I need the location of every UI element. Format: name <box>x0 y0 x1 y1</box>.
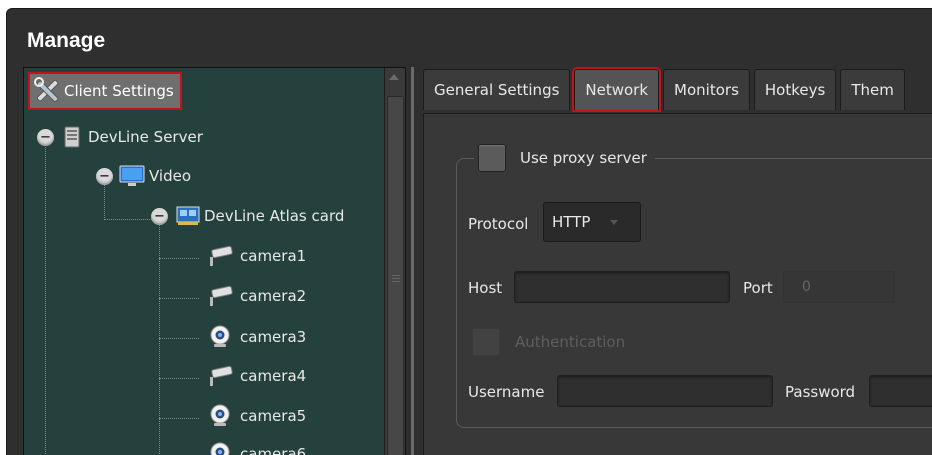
username-label: Username <box>468 383 544 401</box>
protocol-label: Protocol <box>468 215 528 233</box>
collapse-icon[interactable]: − <box>151 208 168 225</box>
tree-item-label: camera5 <box>240 407 306 425</box>
collapse-icon[interactable]: − <box>37 129 54 146</box>
tree-connector <box>159 298 199 299</box>
tab-themes[interactable]: Them <box>840 69 905 110</box>
tree-item-camera[interactable]: camera1 <box>206 245 306 267</box>
device-tree: Client Settings − DevLine Server <box>23 67 406 455</box>
tree-item-label: Video <box>149 167 191 185</box>
tree-item-label: camera2 <box>240 287 306 305</box>
tab-monitors[interactable]: Monitors <box>663 69 750 110</box>
panel-splitter[interactable] <box>411 67 414 455</box>
port-value: 0 <box>802 279 811 295</box>
grip-icon <box>392 275 400 276</box>
tree-item-video[interactable]: − Video <box>96 165 191 187</box>
tree-item-label: camera3 <box>240 328 306 346</box>
host-label: Host <box>468 279 502 297</box>
scroll-up-arrow-icon[interactable] <box>389 74 399 80</box>
tree-item-label: DevLine Atlas card <box>204 207 344 225</box>
tree-item-label: camera4 <box>240 367 306 385</box>
tree-connector <box>159 258 199 259</box>
window-title: Manage <box>27 29 105 53</box>
webcam-icon <box>209 325 231 349</box>
dropdown-arrow-icon <box>610 220 618 225</box>
webcam-icon <box>209 404 231 428</box>
capture-card-icon <box>176 205 200 227</box>
server-icon <box>64 126 80 148</box>
tools-icon <box>32 77 64 105</box>
tree-item-client-settings[interactable]: Client Settings <box>28 72 182 110</box>
tree-item-server[interactable]: − DevLine Server <box>37 126 203 148</box>
tree-item-label: camera1 <box>240 247 306 265</box>
port-input[interactable]: 0 <box>783 271 895 303</box>
tree-item-camera[interactable]: camera4 <box>206 365 306 387</box>
tree-item-capture-card[interactable]: − DevLine Atlas card <box>151 205 344 227</box>
webcam-icon <box>209 442 231 455</box>
manage-window: Manage Client Settings − <box>6 8 932 455</box>
tab-network[interactable]: Network <box>574 69 659 110</box>
monitor-icon <box>119 165 145 187</box>
tab-hotkeys[interactable]: Hotkeys <box>754 69 836 110</box>
use-proxy-label: Use proxy server <box>520 149 647 167</box>
tree-item-label: DevLine Server <box>88 128 203 146</box>
port-label: Port <box>743 279 773 297</box>
username-input[interactable] <box>557 375 773 407</box>
cctv-camera-icon <box>206 285 234 307</box>
network-panel: Use proxy server Protocol HTTP Host Port… <box>423 113 932 455</box>
tree-item-camera[interactable]: camera3 <box>209 325 306 349</box>
host-input[interactable] <box>514 271 730 303</box>
settings-tabs: General Settings Network Monitors Hotkey… <box>423 69 909 113</box>
tree-connector <box>104 219 156 220</box>
tree-connector <box>159 418 199 419</box>
protocol-select[interactable]: HTTP <box>543 202 641 242</box>
use-proxy-option[interactable]: Use proxy server <box>474 144 655 172</box>
use-proxy-checkbox[interactable] <box>478 144 506 172</box>
tree-scrollbar[interactable] <box>384 68 405 455</box>
tree-connector <box>159 378 199 379</box>
scrollbar-thumb[interactable] <box>387 96 404 455</box>
tree-item-camera[interactable]: camera2 <box>206 285 306 307</box>
collapse-icon[interactable]: − <box>96 168 113 185</box>
tree-connector <box>45 140 46 455</box>
tree-connector <box>159 338 199 339</box>
password-label: Password <box>785 383 855 401</box>
tab-general-settings[interactable]: General Settings <box>423 69 570 110</box>
tree-item-label: Client Settings <box>64 82 174 100</box>
authentication-checkbox[interactable] <box>472 328 500 356</box>
authentication-label: Authentication <box>515 333 625 351</box>
cctv-camera-icon <box>206 245 234 267</box>
password-input[interactable] <box>869 375 932 407</box>
tree-item-camera[interactable]: camera5 <box>209 404 306 428</box>
protocol-value: HTTP <box>552 213 590 231</box>
tree-item-camera[interactable]: camera6 <box>209 442 306 455</box>
cctv-camera-icon <box>206 365 234 387</box>
